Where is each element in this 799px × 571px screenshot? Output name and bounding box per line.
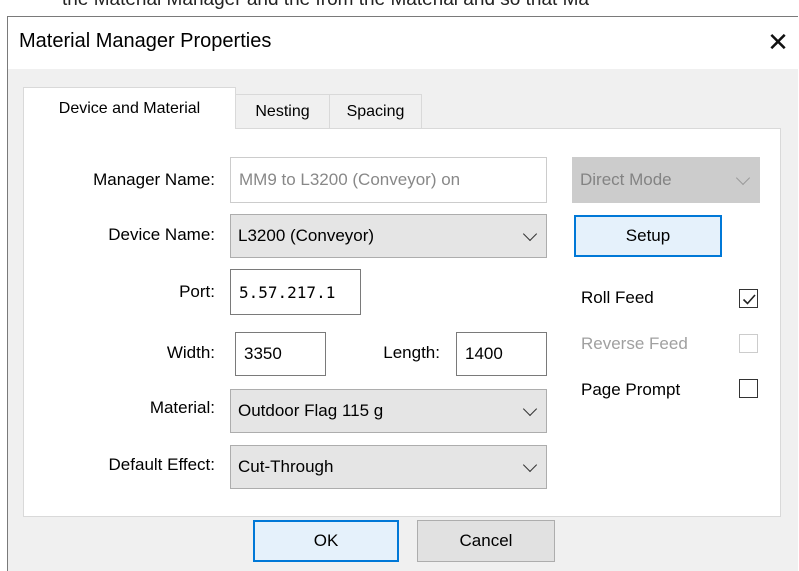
width-field[interactable]: 3350 (235, 332, 326, 376)
manager-name-field[interactable]: MM9 to L3200 (Conveyor) on (230, 157, 547, 203)
chevron-down-icon (522, 457, 538, 473)
mode-select-value: Direct Mode (580, 170, 672, 189)
device-name-value: L3200 (Conveyor) (238, 226, 375, 245)
cancel-button-label: Cancel (459, 531, 513, 550)
default-effect-select[interactable]: Cut-Through (230, 445, 547, 489)
device-name-select[interactable]: L3200 (Conveyor) (230, 214, 547, 258)
chevron-down-icon (522, 226, 538, 242)
tab-spacing[interactable]: Spacing (329, 94, 422, 128)
title-bar: Material Manager Properties ✕ (8, 17, 798, 69)
tab-nesting[interactable]: Nesting (235, 94, 330, 128)
page-prompt-checkbox[interactable] (739, 379, 758, 398)
check-icon (742, 294, 756, 305)
tab-label: Device and Material (58, 99, 201, 117)
background-text: the Material Manager and the from the Ma… (62, 0, 589, 11)
tab-label: Nesting (255, 102, 310, 120)
tab-label: Spacing (346, 102, 405, 120)
close-icon[interactable]: ✕ (765, 27, 791, 57)
ok-button[interactable]: OK (253, 520, 399, 562)
default-effect-value: Cut-Through (238, 457, 334, 476)
ok-button-label: OK (313, 531, 339, 550)
length-field[interactable]: 1400 (456, 332, 547, 376)
width-label: Width: (166, 343, 215, 362)
window-title: Material Manager Properties (19, 30, 272, 52)
roll-feed-label: Roll Feed (581, 288, 654, 307)
material-label: Material: (149, 398, 215, 417)
material-value: Outdoor Flag 115 g (238, 401, 384, 420)
setup-button-label: Setup (625, 226, 671, 245)
chevron-down-icon (735, 170, 751, 186)
default-effect-label: Default Effect: (108, 455, 215, 474)
reverse-feed-checkbox[interactable] (739, 334, 758, 353)
roll-feed-checkbox[interactable] (739, 289, 758, 308)
page-prompt-label: Page Prompt (581, 380, 681, 399)
length-label: Length: (383, 343, 440, 362)
chevron-down-icon (522, 401, 538, 417)
device-and-material-panel: Manager Name: MM9 to L3200 (Conveyor) on… (23, 128, 781, 517)
tab-device-and-material[interactable]: Device and Material (23, 87, 236, 129)
manager-name-label: Manager Name: (93, 170, 215, 189)
cancel-button[interactable]: Cancel (417, 520, 555, 562)
material-manager-properties-dialog: Material Manager Properties ✕ Device and… (7, 16, 798, 571)
port-label: Port: (179, 282, 215, 301)
material-select[interactable]: Outdoor Flag 115 g (230, 389, 547, 433)
mode-select[interactable]: Direct Mode (572, 157, 760, 203)
reverse-feed-label: Reverse Feed (581, 334, 688, 353)
setup-button[interactable]: Setup (574, 215, 722, 257)
port-field[interactable]: 5.57.217.1 (230, 269, 361, 315)
background-document-text: the Material Manager and the from the Ma… (0, 0, 799, 16)
device-name-label: Device Name: (108, 225, 215, 244)
